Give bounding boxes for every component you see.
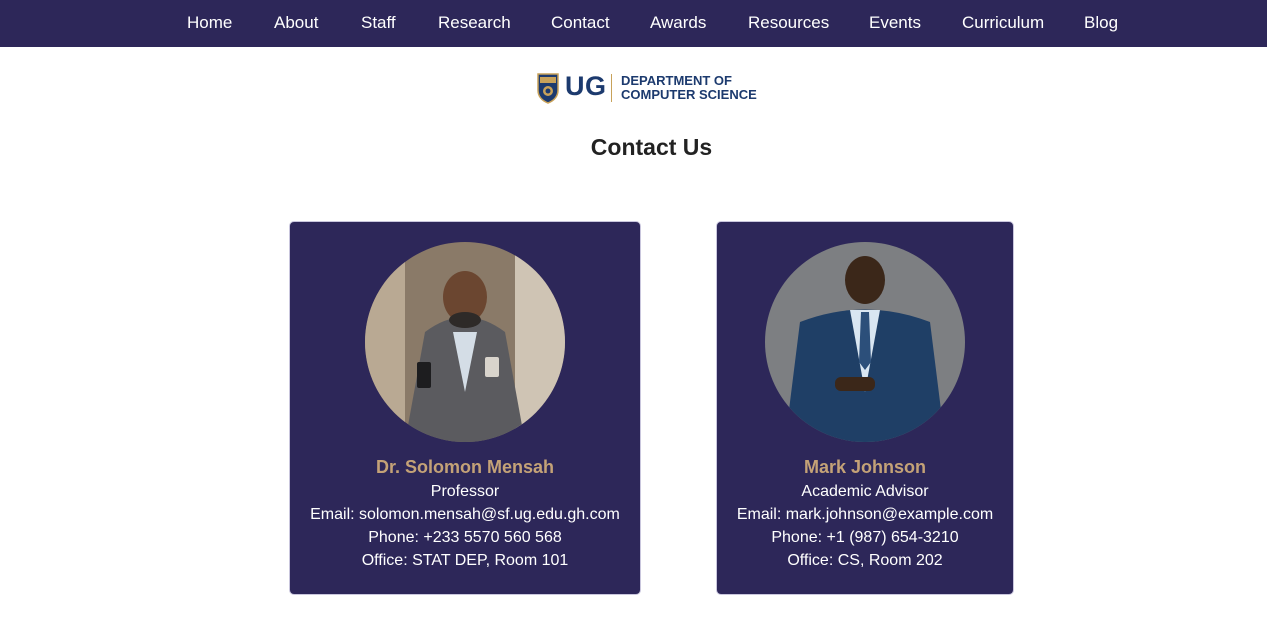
logo-divider bbox=[611, 74, 612, 102]
contact-email[interactable]: Email: mark.johnson@example.com bbox=[717, 505, 1013, 525]
nav-link-staff[interactable]: Staff bbox=[361, 13, 396, 33]
nav-link-curriculum[interactable]: Curriculum bbox=[962, 13, 1044, 33]
contact-card: Dr. Solomon Mensah Professor Email: solo… bbox=[289, 221, 641, 595]
department-logo[interactable]: UG DEPARTMENT OF COMPUTER SCIENCE bbox=[537, 71, 763, 109]
avatar bbox=[765, 242, 965, 442]
nav-link-blog[interactable]: Blog bbox=[1084, 13, 1118, 33]
page-title: Contact Us bbox=[590, 134, 713, 160]
nav-link-home[interactable]: Home bbox=[187, 13, 232, 33]
contact-card: Mark Johnson Academic Advisor Email: mar… bbox=[716, 221, 1014, 595]
nav-link-events[interactable]: Events bbox=[869, 13, 921, 33]
contact-phone[interactable]: Phone: +233 5570 560 568 bbox=[290, 528, 640, 548]
nav-link-resources[interactable]: Resources bbox=[748, 13, 829, 33]
nav-link-awards[interactable]: Awards bbox=[650, 13, 706, 33]
contact-phone[interactable]: Phone: +1 (987) 654-3210 bbox=[717, 528, 1013, 548]
crest-icon bbox=[537, 73, 559, 109]
logo-line-computer-science: COMPUTER SCIENCE bbox=[621, 87, 757, 102]
nav-link-about[interactable]: About bbox=[274, 13, 318, 33]
logo-line-department: DEPARTMENT OF bbox=[621, 73, 732, 88]
contact-name: Mark Johnson bbox=[803, 457, 927, 477]
nav-link-research[interactable]: Research bbox=[438, 13, 511, 33]
contact-name: Dr. Solomon Mensah bbox=[375, 457, 555, 477]
avatar bbox=[365, 242, 565, 442]
contact-office: Office: CS, Room 202 bbox=[787, 552, 943, 569]
contact-office: Office: STAT DEP, Room 101 bbox=[361, 552, 569, 569]
contact-email[interactable]: Email: solomon.mensah@sf.ug.edu.gh.com bbox=[290, 505, 640, 525]
contact-role: Professor bbox=[430, 483, 500, 500]
logo-abbreviation: UG bbox=[565, 71, 607, 101]
contact-role: Academic Advisor bbox=[801, 483, 929, 500]
top-navbar: Home About Staff Research Contact Awards… bbox=[0, 0, 1267, 47]
nav-link-contact[interactable]: Contact bbox=[551, 13, 610, 33]
